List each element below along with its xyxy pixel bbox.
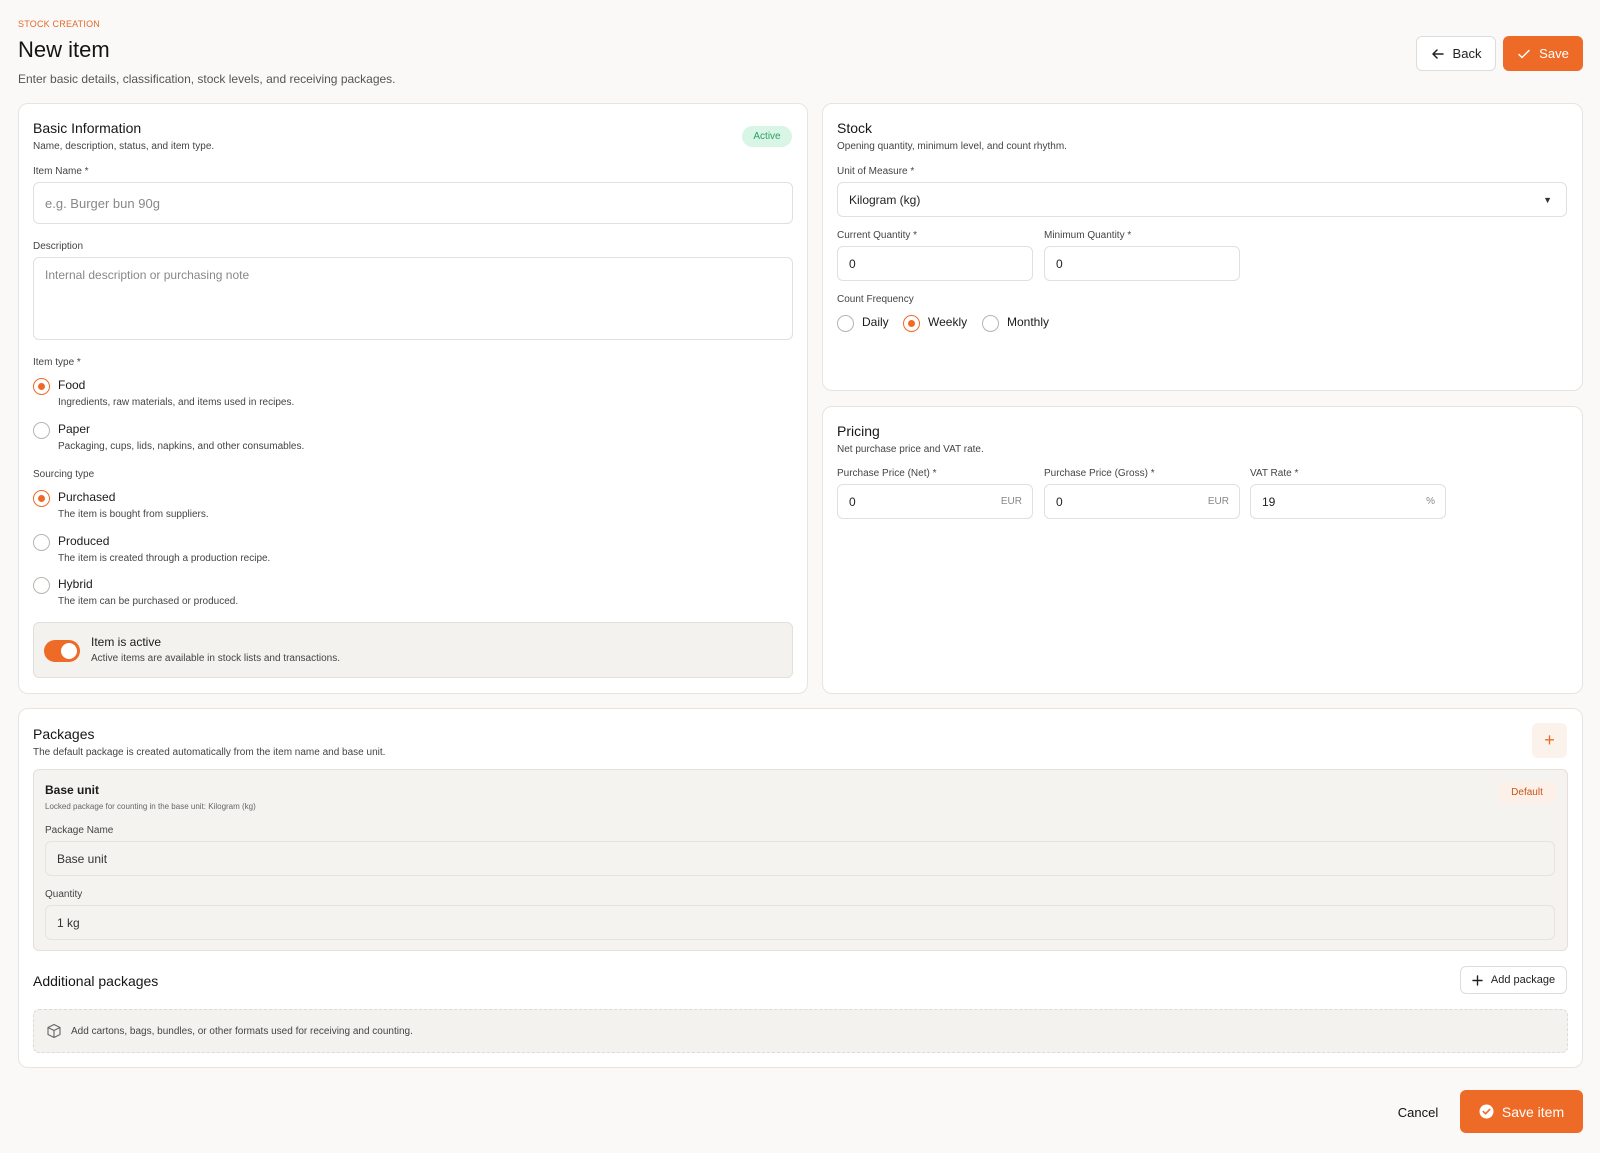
vat-rate-suffix: % bbox=[1426, 496, 1435, 507]
count-frequency-weekly-label: Weekly bbox=[928, 315, 968, 329]
page-subtitle: Enter basic details, classification, sto… bbox=[18, 72, 396, 86]
sourcing-hybrid-title: Hybrid bbox=[58, 577, 93, 591]
pricing-title: Pricing bbox=[837, 423, 880, 439]
base-unit-title: Base unit bbox=[45, 783, 100, 797]
unit-of-measure-value: Kilogram (kg) bbox=[849, 192, 921, 207]
count-frequency-monthly-radio[interactable] bbox=[982, 315, 999, 332]
default-badge: Default bbox=[1498, 782, 1556, 803]
sourcing-purchased-desc: The item is bought from suppliers. bbox=[58, 509, 209, 520]
item-active-desc: Active items are available in stock list… bbox=[91, 653, 340, 664]
save-item-button[interactable]: Save item bbox=[1460, 1090, 1583, 1133]
count-frequency-daily-radio[interactable] bbox=[837, 315, 854, 332]
count-frequency-label: Count Frequency bbox=[837, 294, 914, 305]
purchase-price-net-suffix: EUR bbox=[1000, 496, 1022, 507]
item-type-paper-title: Paper bbox=[58, 422, 91, 436]
status-badge: Active bbox=[742, 126, 792, 147]
item-type-paper-desc: Packaging, cups, lids, napkins, and othe… bbox=[58, 441, 305, 452]
item-active-toggle[interactable] bbox=[44, 640, 80, 662]
sourcing-type-label: Sourcing type bbox=[33, 469, 95, 480]
add-package-icon-button[interactable]: + bbox=[1532, 723, 1567, 758]
back-button[interactable]: Back bbox=[1416, 36, 1496, 71]
unit-of-measure-label: Unit of Measure * bbox=[837, 166, 915, 177]
plus-icon bbox=[1472, 974, 1483, 986]
page-title: New item bbox=[18, 37, 110, 62]
sourcing-produced-desc: The item is created through a production… bbox=[58, 553, 271, 564]
purchase-price-gross-value: 0 bbox=[1056, 494, 1063, 509]
item-name-input[interactable]: e.g. Burger bun 90g bbox=[33, 182, 793, 224]
check-icon bbox=[1518, 49, 1530, 58]
chevron-down-icon: ▼ bbox=[1543, 194, 1552, 205]
minimum-quantity-input[interactable]: 0 bbox=[1044, 246, 1240, 281]
package-box-icon bbox=[47, 1023, 61, 1039]
additional-packages-empty-state: Add cartons, bags, bundles, or other for… bbox=[33, 1009, 1568, 1053]
vat-rate-value: 19 bbox=[1262, 494, 1276, 509]
page-eyebrow: STOCK CREATION bbox=[18, 19, 100, 29]
base-unit-desc: Locked package for counting in the base … bbox=[45, 802, 256, 811]
item-type-label: Item type * bbox=[33, 357, 81, 368]
vat-rate-input[interactable]: 19 % bbox=[1250, 484, 1446, 519]
package-quantity-label: Quantity bbox=[45, 889, 83, 900]
sourcing-hybrid-desc: The item can be purchased or produced. bbox=[58, 596, 239, 607]
count-frequency-weekly-radio[interactable] bbox=[903, 315, 920, 332]
check-circle-icon bbox=[1479, 1104, 1494, 1119]
description-label: Description bbox=[33, 241, 84, 252]
pricing-subtitle: Net purchase price and VAT rate. bbox=[837, 444, 984, 455]
basic-information-subtitle: Name, description, status, and item type… bbox=[33, 141, 215, 152]
purchase-price-gross-input[interactable]: 0 EUR bbox=[1044, 484, 1240, 519]
item-type-food-desc: Ingredients, raw materials, and items us… bbox=[58, 397, 295, 408]
stock-subtitle: Opening quantity, minimum level, and cou… bbox=[837, 141, 1067, 152]
sourcing-produced-radio[interactable] bbox=[33, 534, 50, 551]
current-quantity-input[interactable]: 0 bbox=[837, 246, 1033, 281]
sourcing-hybrid-radio[interactable] bbox=[33, 577, 50, 594]
packages-subtitle: The default package is created automatic… bbox=[33, 747, 386, 758]
cancel-button[interactable]: Cancel bbox=[1388, 1100, 1448, 1124]
sourcing-purchased-title: Purchased bbox=[58, 490, 116, 504]
purchase-price-gross-suffix: EUR bbox=[1207, 496, 1229, 507]
sourcing-purchased-radio[interactable] bbox=[33, 490, 50, 507]
unit-of-measure-select[interactable]: Kilogram (kg) ▼ bbox=[837, 182, 1567, 217]
purchase-price-net-value: 0 bbox=[849, 494, 856, 509]
item-type-food-radio[interactable] bbox=[33, 378, 50, 395]
purchase-price-gross-label: Purchase Price (Gross) * bbox=[1044, 468, 1155, 479]
count-frequency-monthly-label: Monthly bbox=[1007, 315, 1050, 329]
additional-packages-title: Additional packages bbox=[33, 973, 159, 989]
packages-title: Packages bbox=[33, 726, 95, 742]
package-name-input: Base unit bbox=[45, 841, 1555, 876]
item-name-label: Item Name * bbox=[33, 166, 89, 177]
save-button[interactable]: Save bbox=[1503, 36, 1583, 71]
count-frequency-daily-label: Daily bbox=[862, 315, 889, 329]
item-type-food-title: Food bbox=[58, 378, 86, 392]
package-name-label: Package Name bbox=[45, 825, 114, 836]
add-package-button[interactable]: Add package bbox=[1460, 966, 1567, 994]
package-quantity-input: 1 kg bbox=[45, 905, 1555, 940]
item-active-title: Item is active bbox=[91, 635, 162, 649]
description-placeholder: Internal description or purchasing note bbox=[45, 268, 250, 282]
stock-title: Stock bbox=[837, 120, 873, 136]
purchase-price-net-label: Purchase Price (Net) * bbox=[837, 468, 937, 479]
vat-rate-label: VAT Rate * bbox=[1250, 468, 1299, 479]
save-button-label: Save bbox=[1539, 46, 1569, 61]
save-item-label: Save item bbox=[1501, 1103, 1565, 1120]
description-textarea[interactable]: Internal description or purchasing note bbox=[33, 257, 793, 340]
arrow-left-icon bbox=[1431, 48, 1444, 59]
empty-state-text: Add cartons, bags, bundles, or other for… bbox=[71, 1025, 413, 1037]
purchase-price-net-input[interactable]: 0 EUR bbox=[837, 484, 1033, 519]
current-quantity-label: Current Quantity * bbox=[837, 230, 918, 241]
add-package-label: Add package bbox=[1490, 974, 1556, 986]
back-button-label: Back bbox=[1452, 46, 1482, 61]
item-type-paper-radio[interactable] bbox=[33, 422, 50, 439]
minimum-quantity-label: Minimum Quantity * bbox=[1044, 230, 1132, 241]
item-active-panel: Item is active Active items are availabl… bbox=[33, 622, 793, 678]
basic-information-title: Basic Information bbox=[33, 120, 142, 136]
sourcing-produced-title: Produced bbox=[58, 534, 110, 548]
